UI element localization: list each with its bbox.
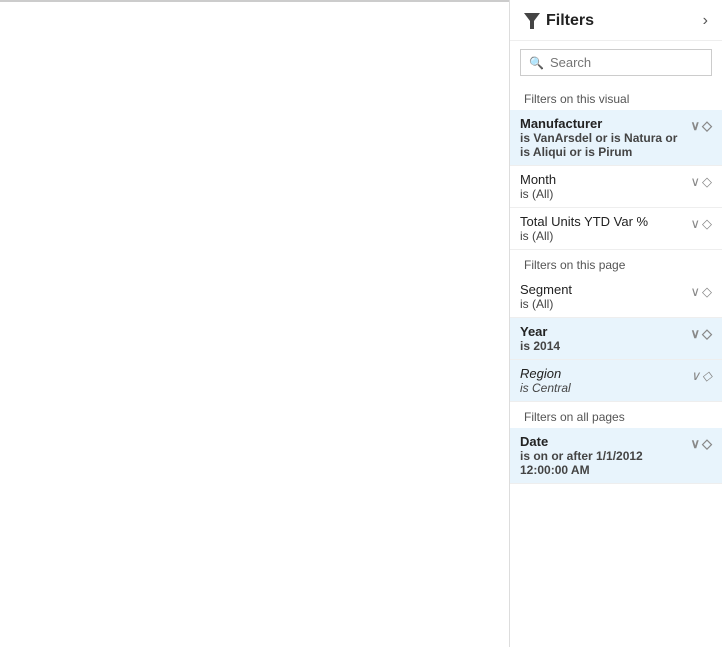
filter-row-date-content: Date is on or after 1/1/2012 12:00:00 AM	[520, 434, 690, 477]
chart-area: 📌 ⧉ ⋯ Filters and slicers affecting this…	[0, 0, 509, 2]
filters-panel: Filters › 🔍 Filters on this visual Manuf…	[509, 0, 722, 647]
bar-group-sep	[115, 0, 207, 2]
section-label-allpages: Filters on all pages	[510, 402, 722, 428]
filter-name-region: Region	[520, 366, 690, 381]
expand-icon[interactable]: ∨	[690, 216, 700, 232]
expand-icon[interactable]: ∨	[690, 118, 700, 134]
filter-name-totalunits: Total Units YTD Var %	[520, 214, 690, 229]
search-icon: 🔍	[529, 56, 544, 70]
filter-name-year: Year	[520, 324, 690, 339]
filter-row-year-content: Year is 2014	[520, 324, 690, 353]
filter-name-segment: Segment	[520, 282, 690, 297]
expand-icon[interactable]: ∨	[690, 326, 700, 342]
expand-icon[interactable]: ∨	[690, 368, 700, 384]
bar-group-aug	[21, 0, 113, 2]
bar	[148, 0, 158, 2]
bar-negative	[253, 0, 263, 2]
filter-value-manufacturer: is VanArsdel or is Natura or is Aliqui o…	[520, 131, 690, 159]
clear-icon[interactable]: ◇	[702, 174, 712, 190]
filter-row-year[interactable]: Year is 2014 ∨ ◇	[510, 318, 722, 360]
clear-icon[interactable]: ◇	[702, 284, 712, 300]
filter-value-month: is (All)	[520, 187, 690, 201]
filter-row-region-content: Region is Central	[520, 366, 690, 395]
bar	[137, 0, 147, 2]
panel-title: Filters	[524, 12, 594, 30]
filter-row-totalunits-icons: ∨ ◇	[690, 216, 712, 232]
clear-icon[interactable]: ◇	[702, 118, 712, 134]
clear-icon[interactable]: ◇	[702, 216, 712, 232]
bar	[302, 0, 312, 2]
panel-header: Filters ›	[510, 0, 722, 41]
filter-name-manufacturer: Manufacturer	[520, 116, 690, 131]
filter-row-totalunits-content: Total Units YTD Var % is (All)	[520, 214, 690, 243]
filter-row-date[interactable]: Date is on or after 1/1/2012 12:00:00 AM…	[510, 428, 722, 484]
bar	[440, 0, 450, 2]
clear-icon[interactable]: ◇	[702, 436, 712, 452]
filter-name-month: Month	[520, 172, 690, 187]
bar	[115, 0, 125, 2]
bar	[231, 0, 241, 2]
filter-row-month-icons: ∨ ◇	[690, 174, 712, 190]
filter-row-segment-icons: ∨ ◇	[690, 284, 712, 300]
bar	[43, 1, 53, 2]
filter-row-date-icons: ∨ ◇	[690, 436, 712, 452]
filter-value-totalunits: is (All)	[520, 229, 690, 243]
search-box[interactable]: 🔍	[520, 49, 712, 76]
filter-row-month[interactable]: Month is (All) ∨ ◇	[510, 166, 722, 208]
filter-row-segment-content: Segment is (All)	[520, 282, 690, 311]
bar	[313, 0, 323, 2]
expand-icon[interactable]: ∨	[690, 284, 700, 300]
expand-icon[interactable]: ∨	[690, 174, 700, 190]
bar	[209, 0, 219, 2]
filter-name-date: Date	[520, 434, 690, 449]
filter-row-manufacturer-icons: ∨ ◇	[690, 118, 712, 134]
filter-value-year: is 2014	[520, 339, 690, 353]
bar	[324, 1, 334, 2]
bar	[32, 0, 42, 2]
expand-icon[interactable]: ∨	[690, 436, 700, 452]
panel-title-text: Filters	[546, 12, 594, 30]
filter-row-year-icons: ∨ ◇	[690, 326, 712, 342]
section-label-page: Filters on this page	[510, 250, 722, 276]
filter-row-manufacturer-content: Manufacturer is VanArsdel or is Natura o…	[520, 116, 690, 159]
section-label-visual: Filters on this visual	[510, 84, 722, 110]
filter-row-totalunits[interactable]: Total Units YTD Var % is (All) ∨ ◇	[510, 208, 722, 250]
clear-icon[interactable]: ◇	[702, 368, 712, 384]
bar	[396, 0, 406, 2]
filter-row-region[interactable]: Region is Central ∨ ◇	[510, 360, 722, 402]
bar	[126, 0, 136, 2]
bar-group-nov	[302, 0, 394, 2]
bar	[21, 0, 31, 2]
filter-row-segment[interactable]: Segment is (All) ∨ ◇	[510, 276, 722, 318]
bar	[407, 0, 417, 2]
filter-row-manufacturer[interactable]: Manufacturer is VanArsdel or is Natura o…	[510, 110, 722, 166]
panel-chevron[interactable]: ›	[703, 12, 708, 30]
filter-value-region: is Central	[520, 381, 690, 395]
bar-group-dec	[396, 0, 488, 2]
filter-row-region-icons: ∨ ◇	[690, 368, 712, 384]
search-input[interactable]	[550, 55, 722, 70]
bar	[346, 0, 356, 2]
bar	[220, 0, 230, 2]
filter-panel-icon	[524, 13, 540, 29]
clear-icon[interactable]: ◇	[702, 326, 712, 342]
filter-value-date: is on or after 1/1/2012 12:00:00 AM	[520, 449, 690, 477]
filter-row-month-content: Month is (All)	[520, 172, 690, 201]
filter-value-segment: is (All)	[520, 297, 690, 311]
bar-group-oct	[209, 0, 301, 2]
